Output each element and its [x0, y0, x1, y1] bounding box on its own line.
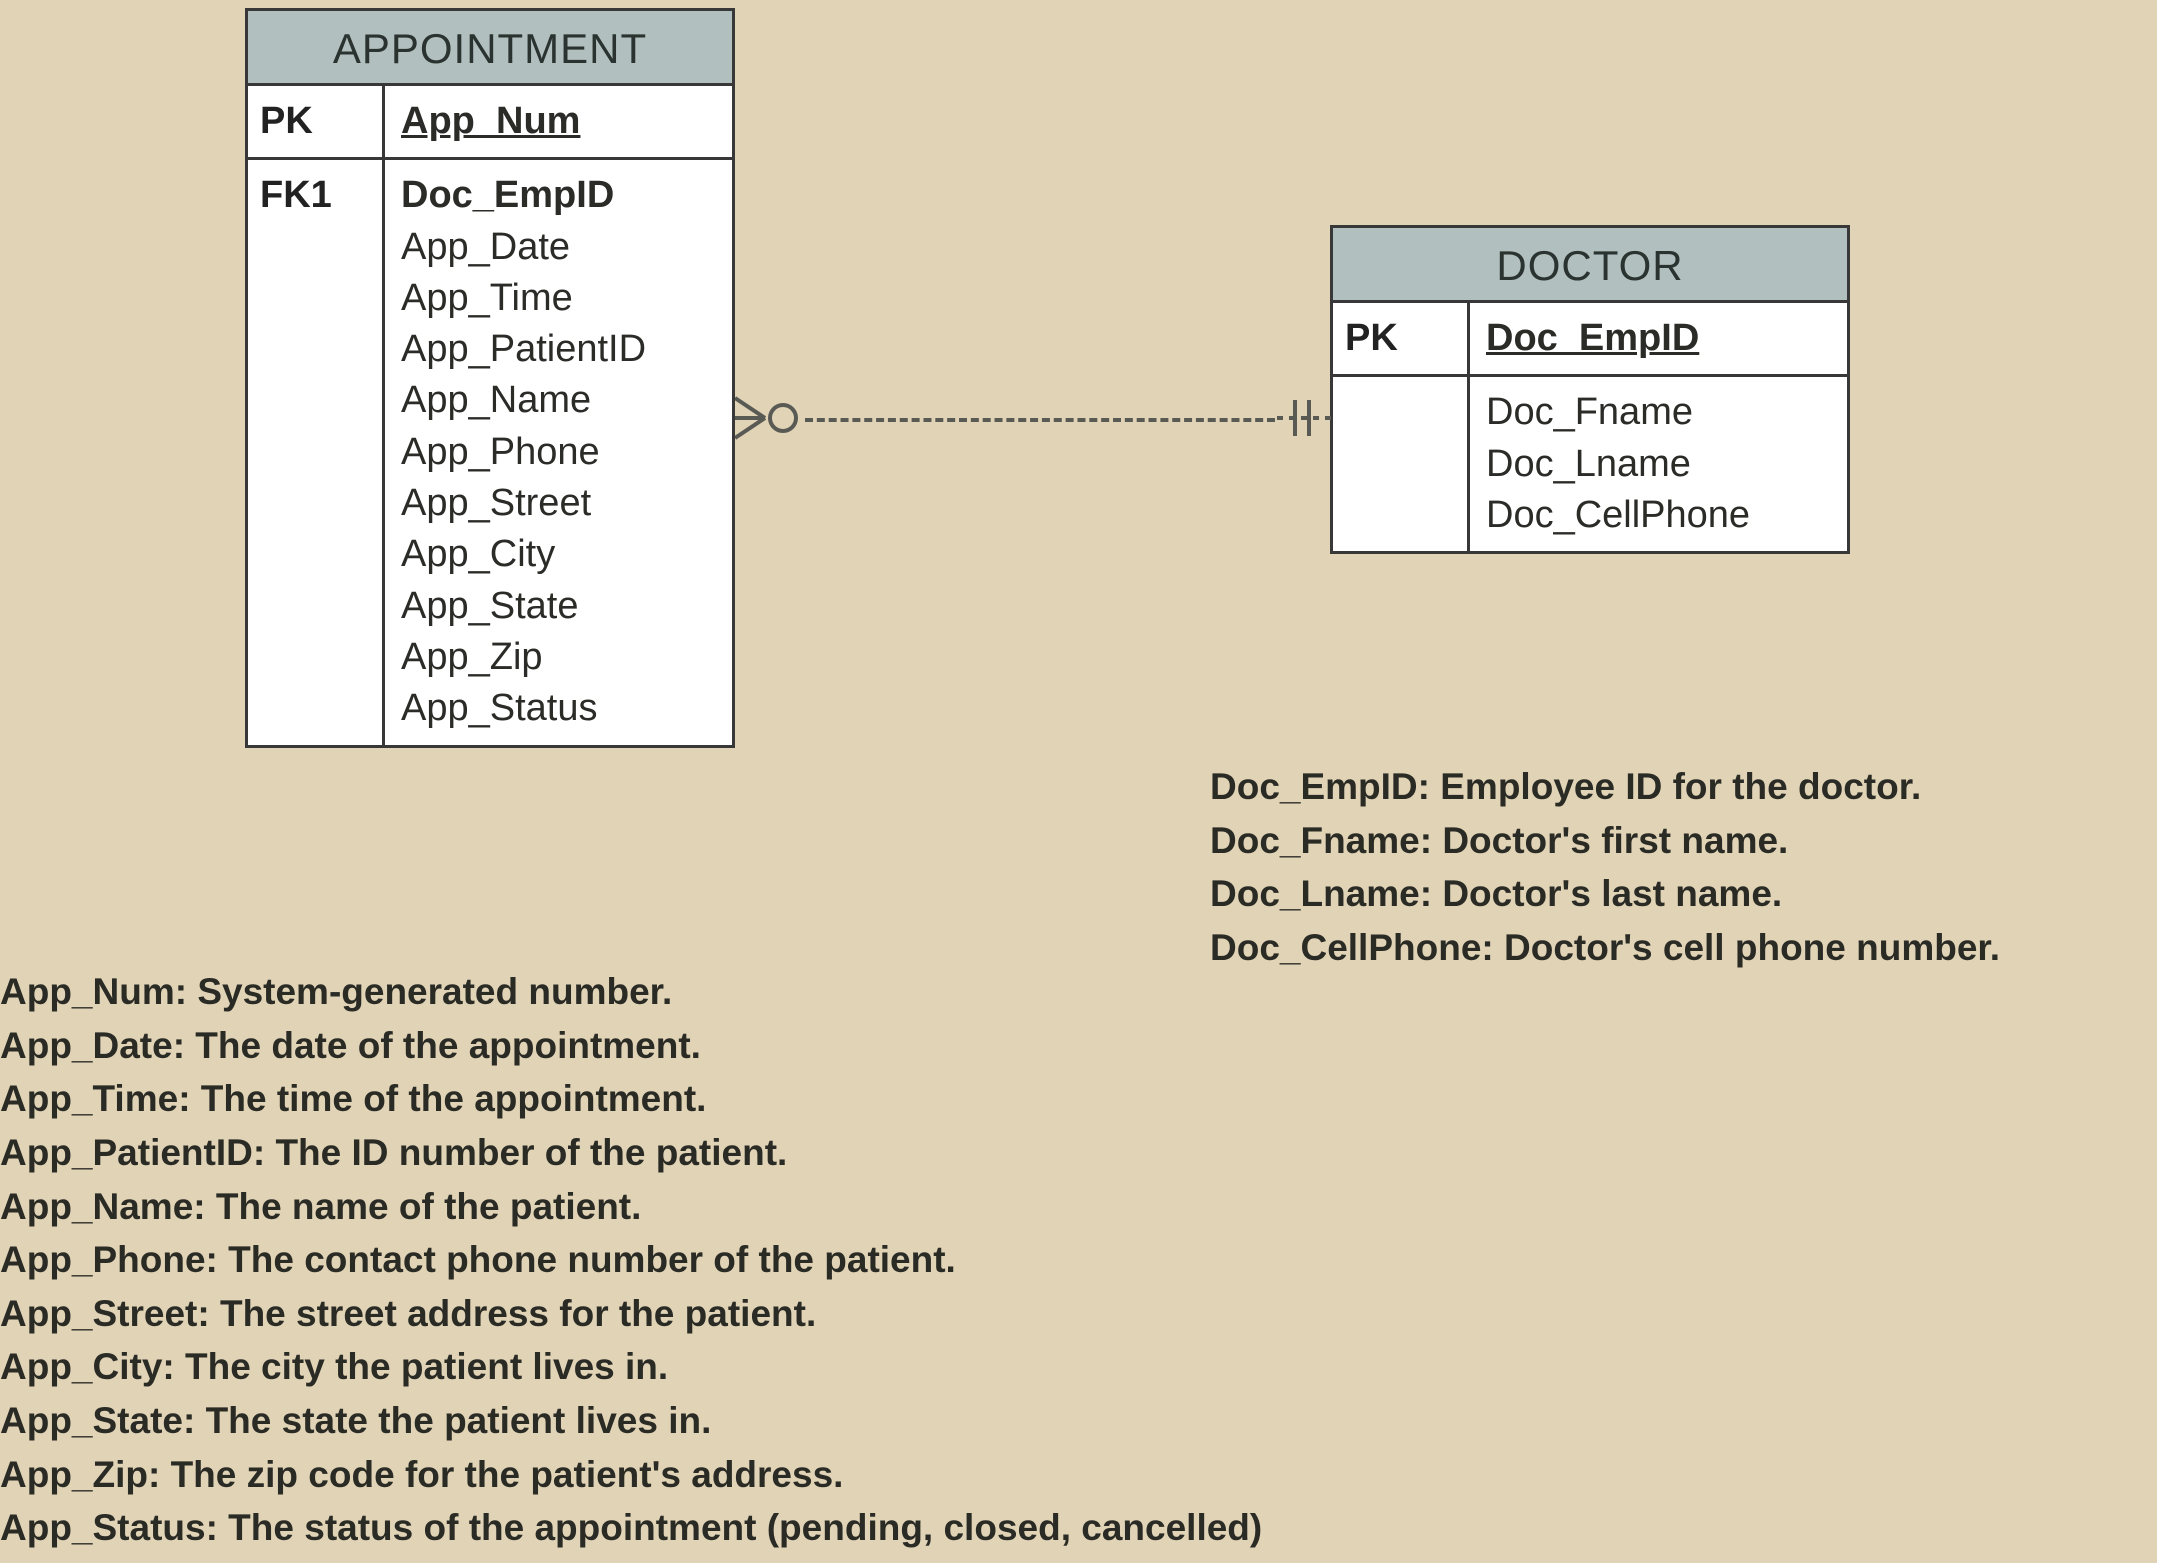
attr: App_Time	[401, 273, 716, 324]
entity-appointment-body-row: FK1 Doc_EmpID App_Date App_Time App_Pati…	[248, 160, 732, 744]
desc-line: App_Time: The time of the appointment.	[0, 1072, 1262, 1126]
attr: Doc_Fname	[1486, 387, 1831, 438]
pk-attr: Doc_EmpID	[1470, 303, 1847, 374]
pk-label: PK	[1333, 303, 1470, 374]
desc-line: App_PatientID: The ID number of the pati…	[0, 1126, 1262, 1180]
attr: Doc_Lname	[1486, 439, 1831, 490]
appointment-field-descriptions: App_Num: System-generated number. App_Da…	[0, 965, 1262, 1555]
attr: Doc_CellPhone	[1486, 490, 1831, 541]
entity-appointment-pk-row: PK App_Num	[248, 86, 732, 160]
desc-line: App_Phone: The contact phone number of t…	[0, 1233, 1262, 1287]
desc-line: App_Zip: The zip code for the patient's …	[0, 1448, 1262, 1502]
desc-line: Doc_Lname: Doctor's last name.	[1210, 867, 2000, 921]
doctor-field-descriptions: Doc_EmpID: Employee ID for the doctor. D…	[1210, 760, 2000, 975]
pk-label: PK	[248, 86, 385, 157]
attr: App_Phone	[401, 427, 716, 478]
crowfoot-many-icon	[735, 388, 805, 448]
desc-line: App_State: The state the patient lives i…	[0, 1394, 1262, 1448]
er-diagram-canvas: APPOINTMENT PK App_Num FK1 Doc_EmpID App…	[0, 0, 2157, 1563]
attr: App_State	[401, 581, 716, 632]
attr-list: Doc_EmpID App_Date App_Time App_PatientI…	[385, 160, 732, 744]
desc-line: App_Street: The street address for the p…	[0, 1287, 1262, 1341]
fk-label: FK1	[248, 160, 385, 744]
entity-doctor: DOCTOR PK Doc_EmpID Doc_Fname Doc_Lname …	[1330, 225, 1850, 554]
attr-list: Doc_Fname Doc_Lname Doc_CellPhone	[1470, 377, 1847, 551]
attr: App_Street	[401, 478, 716, 529]
attr: App_Date	[401, 222, 716, 273]
attr: App_PatientID	[401, 324, 716, 375]
entity-appointment-title: APPOINTMENT	[248, 11, 732, 86]
desc-line: App_Name: The name of the patient.	[0, 1180, 1262, 1234]
one-marker-icon	[1277, 394, 1332, 451]
entity-doctor-body-row: Doc_Fname Doc_Lname Doc_CellPhone	[1333, 377, 1847, 551]
desc-line: App_Date: The date of the appointment.	[0, 1019, 1262, 1073]
desc-line: App_City: The city the patient lives in.	[0, 1340, 1262, 1394]
relationship-line	[805, 418, 1275, 422]
desc-line: Doc_Fname: Doctor's first name.	[1210, 814, 2000, 868]
entity-doctor-title: DOCTOR	[1333, 228, 1847, 303]
entity-appointment: APPOINTMENT PK App_Num FK1 Doc_EmpID App…	[245, 8, 735, 748]
fk-label	[1333, 377, 1470, 551]
entity-doctor-pk-row: PK Doc_EmpID	[1333, 303, 1847, 377]
attr: App_Status	[401, 683, 716, 734]
desc-line: Doc_CellPhone: Doctor's cell phone numbe…	[1210, 921, 2000, 975]
desc-line: App_Num: System-generated number.	[0, 965, 1262, 1019]
attr: App_Zip	[401, 632, 716, 683]
attr: Doc_EmpID	[401, 170, 716, 221]
attr: App_Name	[401, 375, 716, 426]
attr: App_City	[401, 529, 716, 580]
desc-line: Doc_EmpID: Employee ID for the doctor.	[1210, 760, 2000, 814]
pk-attr: App_Num	[385, 86, 732, 157]
desc-line: App_Status: The status of the appointmen…	[0, 1501, 1262, 1555]
